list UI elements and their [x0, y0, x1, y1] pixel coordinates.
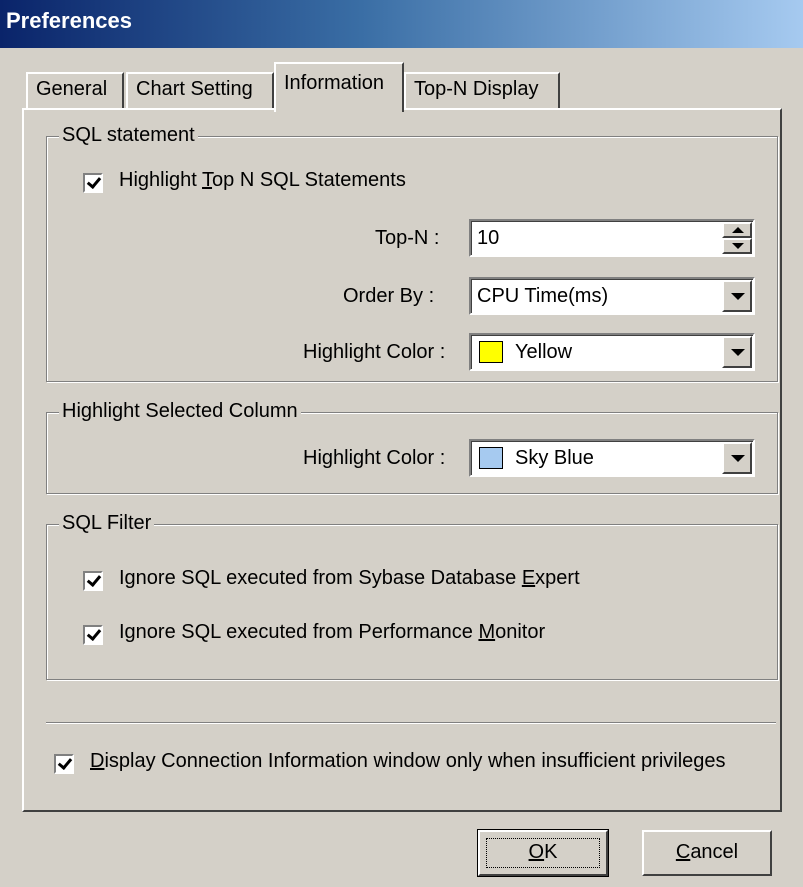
- separator: [46, 722, 776, 724]
- column-highlight-color-label: Highlight Color :: [303, 447, 446, 469]
- ignore-monitor-label: Ignore SQL executed from Performance Mon…: [119, 621, 546, 643]
- tab-information-label: Information: [284, 72, 385, 94]
- column-highlight-color-value: Sky Blue: [515, 447, 594, 469]
- chevron-down-icon[interactable]: [722, 336, 752, 368]
- ignore-monitor-checkbox[interactable]: [83, 625, 103, 645]
- tab-chart-setting[interactable]: Chart Setting: [126, 72, 274, 110]
- highlight-color-label: Highlight Color :: [303, 341, 446, 363]
- top-n-spinner[interactable]: 10: [469, 219, 755, 257]
- cancel-button-label: ancel: [690, 841, 739, 863]
- order-by-value: CPU Time(ms): [477, 285, 609, 307]
- focus-rect: [486, 838, 600, 868]
- ignore-expert-label: Ignore SQL executed from Sybase Database…: [119, 567, 580, 589]
- yellow-swatch-icon: [479, 341, 503, 363]
- cancel-button-key: C: [675, 841, 691, 863]
- top-n-label: Top-N :: [375, 227, 440, 249]
- chevron-down-icon[interactable]: [722, 280, 752, 312]
- top-n-value: 10: [477, 227, 500, 249]
- ignore-expert-checkbox[interactable]: [83, 571, 103, 591]
- group-sql-statement-legend: SQL statement: [59, 124, 198, 147]
- display-connection-checkbox[interactable]: [54, 754, 74, 774]
- display-connection-label: Display Connection Information window on…: [90, 750, 726, 772]
- spin-down-icon[interactable]: [722, 238, 752, 254]
- spin-up-icon[interactable]: [722, 222, 752, 238]
- highlight-color-select[interactable]: Yellow: [469, 333, 755, 371]
- ok-button[interactable]: OK: [477, 829, 609, 877]
- order-by-label: Order By :: [343, 285, 435, 307]
- column-highlight-color-select[interactable]: Sky Blue: [469, 439, 755, 477]
- tab-chart-setting-label: Chart Setting: [136, 78, 253, 100]
- highlight-top-n-label: Highlight Top N SQL Statements: [119, 169, 406, 191]
- top-n-spin-buttons[interactable]: [722, 222, 752, 254]
- tab-top-n-display-label: Top-N Display: [414, 78, 539, 100]
- tab-top-n-display[interactable]: Top-N Display: [404, 72, 560, 110]
- sky-blue-swatch-icon: [479, 447, 503, 469]
- tab-information[interactable]: Information: [274, 62, 404, 112]
- chevron-down-icon[interactable]: [722, 442, 752, 474]
- highlight-color-value: Yellow: [515, 341, 573, 363]
- tab-general[interactable]: General: [26, 72, 124, 110]
- group-sql-filter: SQL Filter Ignore SQL executed from Syba…: [46, 512, 778, 680]
- order-by-select[interactable]: CPU Time(ms): [469, 277, 755, 315]
- tab-general-label: General: [36, 78, 108, 100]
- tab-panel-information: SQL statement Highlight Top N SQL Statem…: [22, 108, 782, 812]
- group-highlight-selected-column-legend: Highlight Selected Column: [59, 400, 301, 423]
- highlight-top-n-checkbox[interactable]: [83, 173, 103, 193]
- group-highlight-selected-column: Highlight Selected Column Highlight Colo…: [46, 400, 778, 494]
- window-title: Preferences: [6, 8, 132, 33]
- group-sql-statement: SQL statement Highlight Top N SQL Statem…: [46, 124, 778, 382]
- cancel-button[interactable]: Cancel: [642, 830, 772, 876]
- group-sql-filter-legend: SQL Filter: [59, 512, 155, 535]
